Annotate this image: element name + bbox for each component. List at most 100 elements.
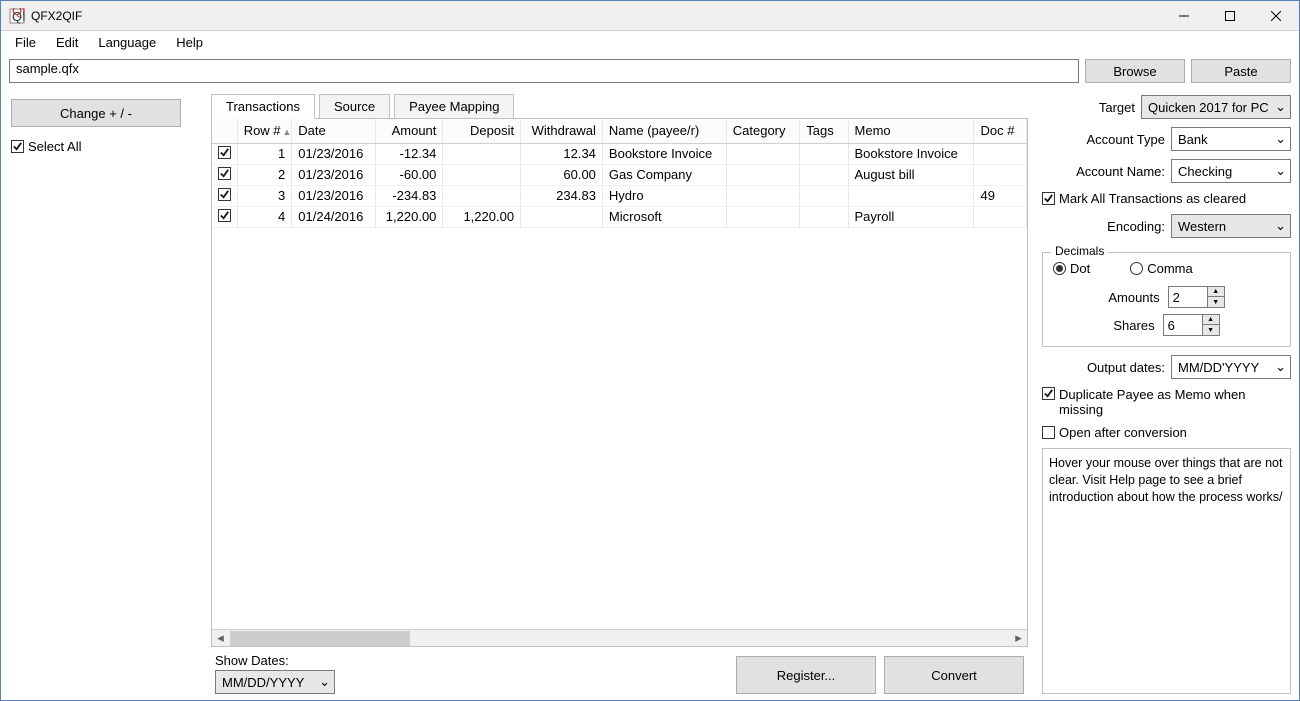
horizontal-scrollbar[interactable]: ◂ ▸ — [212, 629, 1027, 646]
select-all-row[interactable]: Select All — [11, 139, 201, 154]
show-dates-select[interactable]: MM/DD/YYYY ⌄ — [215, 670, 335, 694]
cell-memo: August bill — [848, 164, 974, 185]
spin-up-icon[interactable]: ▲ — [1203, 315, 1219, 325]
comma-radio[interactable]: Comma — [1130, 261, 1193, 276]
bottom-bar: Show Dates: MM/DD/YYYY ⌄ Register... Con… — [211, 647, 1028, 694]
cell-doc — [974, 143, 1027, 164]
change-sign-button[interactable]: Change + / - — [11, 99, 181, 127]
cell-deposit — [443, 143, 521, 164]
register-button[interactable]: Register... — [736, 656, 876, 694]
spin-up-icon[interactable]: ▲ — [1208, 287, 1224, 297]
spin-down-icon[interactable]: ▼ — [1208, 297, 1224, 307]
scroll-left-icon[interactable]: ◂ — [212, 630, 229, 647]
menu-help[interactable]: Help — [166, 34, 213, 51]
open-after-checkbox[interactable] — [1042, 426, 1055, 439]
dup-payee-checkbox[interactable] — [1042, 387, 1055, 400]
dup-payee-row[interactable]: Duplicate Payee as Memo when missing — [1042, 387, 1291, 417]
amounts-spinner[interactable]: 2 ▲▼ — [1168, 286, 1225, 308]
cell-date: 01/24/2016 — [292, 206, 376, 227]
select-all-checkbox[interactable] — [11, 140, 24, 153]
col-row[interactable]: Row #▲ — [237, 119, 292, 143]
browse-button[interactable]: Browse — [1085, 59, 1185, 83]
col-doc[interactable]: Doc # — [974, 119, 1027, 143]
left-pane: Change + / - Select All — [1, 89, 211, 700]
chevron-down-icon: ⌄ — [1275, 163, 1286, 179]
right-pane: Target Quicken 2017 for PC⌄ Account Type… — [1034, 89, 1299, 700]
hint-box: Hover your mouse over things that are no… — [1042, 448, 1291, 694]
target-select[interactable]: Quicken 2017 for PC⌄ — [1141, 95, 1291, 119]
cell-row: 1 — [237, 143, 292, 164]
menu-edit[interactable]: Edit — [46, 34, 88, 51]
show-dates-label: Show Dates: — [215, 653, 335, 668]
row-checkbox[interactable] — [218, 209, 231, 222]
output-dates-label: Output dates: — [1087, 360, 1165, 375]
file-path-input[interactable]: sample.qfx — [9, 59, 1079, 83]
account-type-select[interactable]: Bank⌄ — [1171, 127, 1291, 151]
col-amount[interactable]: Amount — [376, 119, 443, 143]
table-row[interactable]: 301/23/2016-234.83234.83Hydro49 — [212, 185, 1027, 206]
svg-text:QIF: QIF — [12, 9, 25, 24]
dup-payee-label: Duplicate Payee as Memo when missing — [1059, 387, 1269, 417]
tab-source[interactable]: Source — [319, 94, 390, 119]
tab-payee-mapping[interactable]: Payee Mapping — [394, 94, 514, 119]
cell-doc — [974, 164, 1027, 185]
col-date[interactable]: Date — [292, 119, 376, 143]
decimals-group-title: Decimals — [1051, 244, 1108, 258]
cell-category — [726, 164, 799, 185]
transactions-grid: Row #▲ Date Amount Deposit Withdrawal Na… — [211, 118, 1028, 647]
cell-tags — [800, 206, 848, 227]
output-dates-select[interactable]: MM/DD'YYYY⌄ — [1171, 355, 1291, 379]
table-row[interactable]: 401/24/20161,220.001,220.00MicrosoftPayr… — [212, 206, 1027, 227]
scroll-right-icon[interactable]: ▸ — [1010, 630, 1027, 647]
cell-doc: 49 — [974, 185, 1027, 206]
col-withdrawal[interactable]: Withdrawal — [521, 119, 603, 143]
cell-tags — [800, 143, 848, 164]
mark-cleared-checkbox[interactable] — [1042, 192, 1055, 205]
dot-radio[interactable]: Dot — [1053, 261, 1090, 276]
col-category[interactable]: Category — [726, 119, 799, 143]
cell-amount: 1,220.00 — [376, 206, 443, 227]
cell-row: 2 — [237, 164, 292, 185]
chevron-down-icon: ⌄ — [1275, 218, 1286, 234]
close-button[interactable] — [1253, 1, 1299, 30]
row-checkbox[interactable] — [218, 146, 231, 159]
col-tags[interactable]: Tags — [800, 119, 848, 143]
encoding-select[interactable]: Western⌄ — [1171, 214, 1291, 238]
row-checkbox[interactable] — [218, 188, 231, 201]
minimize-button[interactable] — [1161, 1, 1207, 30]
account-name-select[interactable]: Checking⌄ — [1171, 159, 1291, 183]
shares-label: Shares — [1113, 318, 1154, 333]
shares-spinner[interactable]: 6 ▲▼ — [1163, 314, 1220, 336]
table-row[interactable]: 201/23/2016-60.0060.00Gas CompanyAugust … — [212, 164, 1027, 185]
account-type-label: Account Type — [1086, 132, 1165, 147]
table-row[interactable]: 101/23/2016-12.3412.34Bookstore InvoiceB… — [212, 143, 1027, 164]
row-checkbox[interactable] — [218, 167, 231, 180]
spin-down-icon[interactable]: ▼ — [1203, 325, 1219, 335]
col-memo[interactable]: Memo — [848, 119, 974, 143]
convert-button[interactable]: Convert — [884, 656, 1024, 694]
tab-bar: Transactions Source Payee Mapping — [211, 93, 1028, 118]
window-controls — [1161, 1, 1299, 30]
mark-cleared-row[interactable]: Mark All Transactions as cleared — [1042, 191, 1291, 206]
cell-date: 01/23/2016 — [292, 164, 376, 185]
col-deposit[interactable]: Deposit — [443, 119, 521, 143]
col-checkbox[interactable] — [212, 119, 237, 143]
menu-language[interactable]: Language — [88, 34, 166, 51]
col-name[interactable]: Name (payee/r) — [602, 119, 726, 143]
open-after-row[interactable]: Open after conversion — [1042, 425, 1291, 440]
paste-button[interactable]: Paste — [1191, 59, 1291, 83]
cell-withdrawal: 12.34 — [521, 143, 603, 164]
cell-row: 4 — [237, 206, 292, 227]
maximize-button[interactable] — [1207, 1, 1253, 30]
center-pane: Transactions Source Payee Mapping Row #▲ — [211, 89, 1034, 700]
chevron-down-icon: ⌄ — [1275, 359, 1286, 375]
mark-cleared-label: Mark All Transactions as cleared — [1059, 191, 1246, 206]
open-after-label: Open after conversion — [1059, 425, 1187, 440]
scroll-thumb[interactable] — [230, 631, 410, 646]
header-row: Row #▲ Date Amount Deposit Withdrawal Na… — [212, 119, 1027, 143]
cell-name: Gas Company — [602, 164, 726, 185]
cell-doc — [974, 206, 1027, 227]
tab-transactions[interactable]: Transactions — [211, 94, 315, 119]
cell-name: Hydro — [602, 185, 726, 206]
menu-file[interactable]: File — [5, 34, 46, 51]
